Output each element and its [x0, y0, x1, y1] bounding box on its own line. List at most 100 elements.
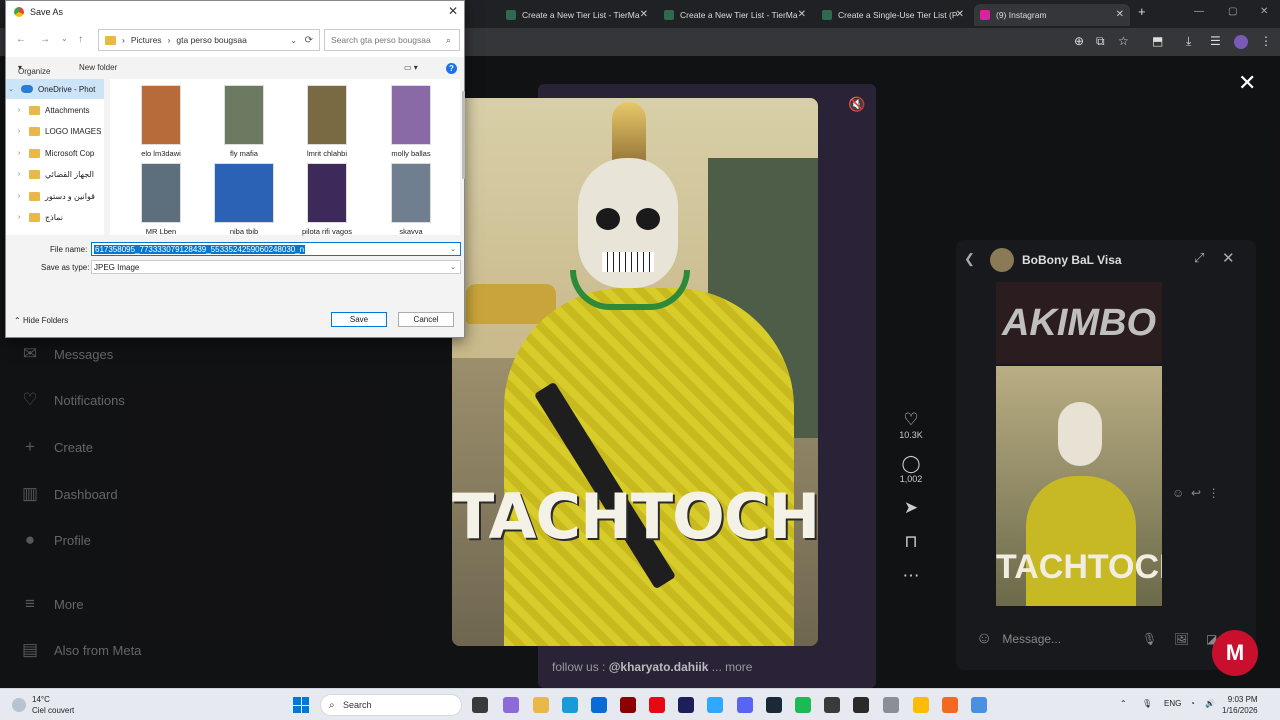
new-tab-button[interactable]: +	[1138, 4, 1146, 19]
view-options-icon[interactable]: ▭ ▾	[404, 63, 418, 72]
close-icon[interactable]: ✕	[448, 4, 458, 18]
comment-button[interactable]: ◯ 1,002	[896, 454, 926, 484]
taskbar-search[interactable]: ⌕ Search	[320, 694, 462, 716]
store-icon[interactable]	[591, 697, 607, 713]
mcafee-icon[interactable]: M	[1212, 630, 1258, 676]
tree-item-templates[interactable]: › نماذج	[6, 207, 104, 227]
chat-image-akimbo[interactable]: AKIMBO	[996, 282, 1162, 364]
settings-icon[interactable]	[883, 697, 899, 713]
task-view-icon[interactable]	[472, 697, 488, 713]
weather-widget[interactable]: 14°C Ciel couvert	[12, 694, 74, 716]
organize-button[interactable]: Organize ▾	[18, 63, 50, 76]
file-item[interactable]: elo lm3dawi	[121, 85, 201, 158]
save-type-select[interactable]: JPEG Image ⌄	[91, 260, 461, 274]
mute-icon[interactable]: 🔇	[848, 96, 865, 113]
chevron-down-icon[interactable]: ⌄	[6, 85, 16, 93]
file-item[interactable]: niba tbib	[204, 163, 284, 236]
chat-contact-name[interactable]: BoBony BaL Visa	[1022, 253, 1122, 267]
image-icon[interactable]: 🖼	[1174, 632, 1189, 646]
opera-icon[interactable]	[620, 697, 636, 713]
spotify-icon[interactable]	[795, 697, 811, 713]
wifi-icon[interactable]: ◔	[1190, 699, 1195, 708]
install-icon[interactable]: ⧉	[1096, 34, 1105, 49]
help-icon[interactable]: ?	[446, 63, 457, 74]
zoom-icon[interactable]: ⊕	[1074, 34, 1084, 48]
chevron-down-icon[interactable]: ⌄	[290, 36, 297, 45]
file-item[interactable]: fly mafia	[204, 85, 284, 158]
chevron-up-icon[interactable]: ⌃	[1120, 699, 1127, 708]
restore-icon[interactable]: ▢	[1228, 6, 1237, 17]
snipping-tool-icon[interactable]	[971, 697, 987, 713]
discord-icon[interactable]	[737, 697, 753, 713]
language-indicator[interactable]: ENG	[1164, 699, 1181, 708]
hide-folders-button[interactable]: ⌃ Hide Folders	[14, 316, 68, 325]
file-item[interactable]: pilota rifi vagos	[287, 163, 367, 236]
search-input[interactable]: Search gta perso bougsaa ⌕	[324, 29, 460, 51]
start-button[interactable]	[293, 697, 309, 713]
microphone-icon[interactable]: 🎙	[1142, 632, 1157, 646]
emoji-icon[interactable]: ☺	[976, 630, 992, 648]
back-arrow-icon[interactable]: ←	[16, 34, 26, 45]
tree-item-onedrive[interactable]: ⌄ OneDrive - Phot	[6, 79, 104, 99]
close-icon[interactable]: ✕	[956, 9, 964, 20]
tree-item-logo-images[interactable]: › LOGO IMAGES	[6, 121, 104, 141]
app-icon[interactable]	[853, 697, 869, 713]
reply-icon[interactable]: ↩	[1191, 486, 1201, 500]
breadcrumb-pictures[interactable]: Pictures	[131, 35, 162, 45]
netflix-icon[interactable]	[649, 697, 665, 713]
address-bar[interactable]: › Pictures › gta perso bougsaa ⌄ ⟳	[98, 29, 320, 51]
save-button[interactable]: Save	[331, 312, 387, 327]
more-icon[interactable]: ⋮	[1208, 486, 1220, 500]
new-folder-button[interactable]: New folder	[79, 63, 117, 72]
clock[interactable]: 9:03 PM 1/16/2026	[1222, 694, 1258, 716]
chevron-right-icon[interactable]: ›	[14, 107, 24, 114]
chat-shared-image[interactable]: TACHTOCH	[996, 366, 1162, 606]
edge-icon[interactable]	[562, 697, 578, 713]
breadcrumb-folder[interactable]: gta perso bougsaa	[176, 35, 246, 45]
up-arrow-icon[interactable]: ↑	[78, 34, 83, 45]
tab-tiermaker-1[interactable]: Create a New Tier List - TierMa ✕	[500, 4, 654, 26]
back-icon[interactable]: ❮	[964, 251, 975, 267]
microphone-icon[interactable]: 🎙	[1142, 699, 1152, 708]
tab-tiermaker-2[interactable]: Create a New Tier List - TierMa ✕	[658, 4, 812, 26]
download-icon[interactable]: ⤓	[1186, 34, 1191, 49]
app-icon[interactable]	[824, 697, 840, 713]
extensions-icon[interactable]: ⬒	[1152, 34, 1163, 48]
chrome-icon[interactable]	[913, 697, 929, 713]
chevron-right-icon[interactable]: ›	[14, 171, 24, 178]
file-explorer-icon[interactable]	[533, 697, 549, 713]
close-window-icon[interactable]: ✕	[1260, 6, 1268, 17]
more-menu-icon[interactable]: ⋮	[1260, 34, 1272, 48]
file-item[interactable]: skavva	[371, 163, 451, 236]
bookmark-star-icon[interactable]: ☆	[1118, 34, 1129, 48]
chevron-right-icon[interactable]: ›	[14, 214, 24, 221]
steam-icon[interactable]	[766, 697, 782, 713]
app-icon[interactable]	[942, 697, 958, 713]
emoji-react-icon[interactable]: ☺	[1172, 486, 1184, 500]
like-button[interactable]: ♡ 10.3K	[896, 410, 926, 440]
tab-tiermaker-3[interactable]: Create a Single-Use Tier List (P ✕	[816, 4, 970, 26]
minimize-icon[interactable]: —	[1194, 6, 1204, 17]
tab-instagram[interactable]: (9) Instagram ✕	[974, 4, 1130, 26]
chevron-right-icon[interactable]: ›	[14, 193, 24, 200]
more-options-button[interactable]: ⋯	[896, 566, 926, 586]
file-item[interactable]: molly ballas	[371, 85, 451, 158]
file-item[interactable]: MR Lben	[121, 163, 201, 236]
avatar[interactable]	[990, 248, 1014, 272]
tree-item-judicial[interactable]: › الجهاز القضائي	[6, 164, 104, 184]
expand-icon[interactable]: ⤢	[1194, 250, 1204, 266]
caption-handle[interactable]: @kharyato.dahiik	[609, 660, 709, 674]
close-icon[interactable]: ✕	[640, 9, 648, 20]
close-icon[interactable]: ✕	[798, 9, 806, 20]
message-input[interactable]: ☺ Message... 🎙 🖼 ◪	[976, 624, 1246, 654]
forward-arrow-icon[interactable]: →	[40, 34, 50, 45]
file-name-field[interactable]: 617358095_773333079128439_55335242590602…	[91, 242, 461, 256]
chevron-right-icon[interactable]: ›	[14, 128, 24, 135]
profile-avatar-icon[interactable]	[1234, 35, 1248, 49]
cancel-button[interactable]: Cancel	[398, 312, 454, 327]
tree-item-attachments[interactable]: › Attachments	[6, 100, 104, 120]
file-item[interactable]: lmrit chlahbi	[287, 85, 367, 158]
more-link[interactable]: ... more	[712, 660, 753, 674]
chevron-down-icon[interactable]: ⌄	[450, 245, 456, 253]
close-icon[interactable]: ✕	[1238, 70, 1256, 96]
